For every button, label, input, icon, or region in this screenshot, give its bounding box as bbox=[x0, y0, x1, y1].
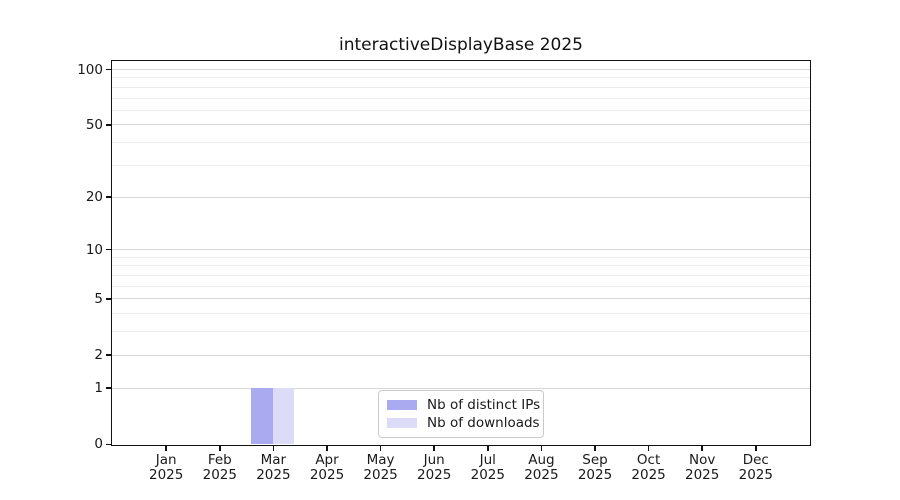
download-stats-chart: interactiveDisplayBase 2025 0 1 2 5 10 20 50 10… bbox=[0, 0, 900, 500]
x-tick-mark bbox=[272, 446, 275, 451]
x-tick-mark bbox=[487, 446, 489, 451]
y-tick-label: 2 bbox=[94, 347, 103, 364]
gridline-minor bbox=[112, 97, 810, 99]
legend-label-distinct-ips: Nb of distinct IPs bbox=[427, 397, 541, 413]
y-tick-mark bbox=[106, 196, 111, 198]
gridline-minor bbox=[112, 109, 810, 111]
legend-label-downloads: Nb of downloads bbox=[427, 415, 540, 431]
x-tick-mark bbox=[701, 446, 703, 451]
x-tick-mark bbox=[647, 446, 650, 451]
y-tick-mark bbox=[106, 443, 111, 446]
gridline-major bbox=[112, 298, 810, 300]
y-tick-mark bbox=[106, 387, 111, 389]
gridline-minor bbox=[112, 274, 810, 276]
y-tick-label: 50 bbox=[85, 117, 103, 134]
x-tick-mark bbox=[540, 446, 543, 451]
gridline-major bbox=[112, 69, 810, 70]
y-tick-mark bbox=[106, 354, 111, 356]
gridline-minor bbox=[112, 331, 810, 333]
y-tick-label: 0 bbox=[94, 436, 103, 453]
gridline-minor bbox=[112, 142, 810, 144]
y-tick-mark bbox=[106, 124, 111, 126]
y-tick-label: 20 bbox=[85, 189, 103, 206]
plot-area bbox=[111, 60, 811, 446]
legend-item-distinct-ips: Nb of distinct IPs bbox=[387, 396, 540, 414]
y-tick-label: 1 bbox=[94, 380, 103, 397]
plot-inner bbox=[112, 61, 810, 445]
gridline-minor bbox=[112, 86, 810, 88]
y-tick-mark bbox=[106, 298, 111, 300]
gridline-major bbox=[112, 196, 810, 198]
gridline-minor bbox=[112, 285, 810, 287]
legend-swatch-downloads bbox=[387, 418, 417, 428]
legend-item-downloads: Nb of downloads bbox=[387, 414, 540, 432]
legend-swatch-distinct-ips bbox=[387, 400, 417, 410]
y-tick-label: 10 bbox=[85, 241, 103, 258]
gridline-major bbox=[112, 124, 810, 126]
gridline-major bbox=[112, 354, 810, 356]
gridline-minor bbox=[112, 164, 810, 166]
bar-downloads bbox=[272, 387, 295, 444]
y-tick-mark bbox=[106, 68, 111, 71]
legend: Nb of distinct IPs Nb of downloads bbox=[378, 390, 544, 438]
x-tick-mark bbox=[755, 446, 757, 451]
gridline-minor bbox=[112, 265, 810, 267]
x-tick-mark bbox=[326, 446, 328, 451]
x-tick-mark bbox=[433, 446, 435, 451]
gridline-minor bbox=[112, 313, 810, 315]
y-tick-mark bbox=[106, 248, 111, 251]
x-tick-label: Dec 2025 bbox=[738, 452, 773, 483]
x-tick-mark bbox=[379, 446, 382, 451]
gridline-major bbox=[112, 387, 810, 389]
gridline-minor bbox=[112, 256, 810, 258]
gridline-minor bbox=[112, 77, 810, 79]
y-tick-label: 100 bbox=[77, 61, 103, 78]
y-tick-label: 5 bbox=[94, 290, 103, 307]
x-tick-mark bbox=[594, 446, 596, 451]
x-tick-mark bbox=[165, 446, 167, 451]
bar-distinct-ips bbox=[251, 387, 273, 444]
gridline-major bbox=[112, 249, 810, 251]
chart-title: interactiveDisplayBase 2025 bbox=[338, 35, 583, 55]
x-tick-mark bbox=[219, 446, 221, 451]
